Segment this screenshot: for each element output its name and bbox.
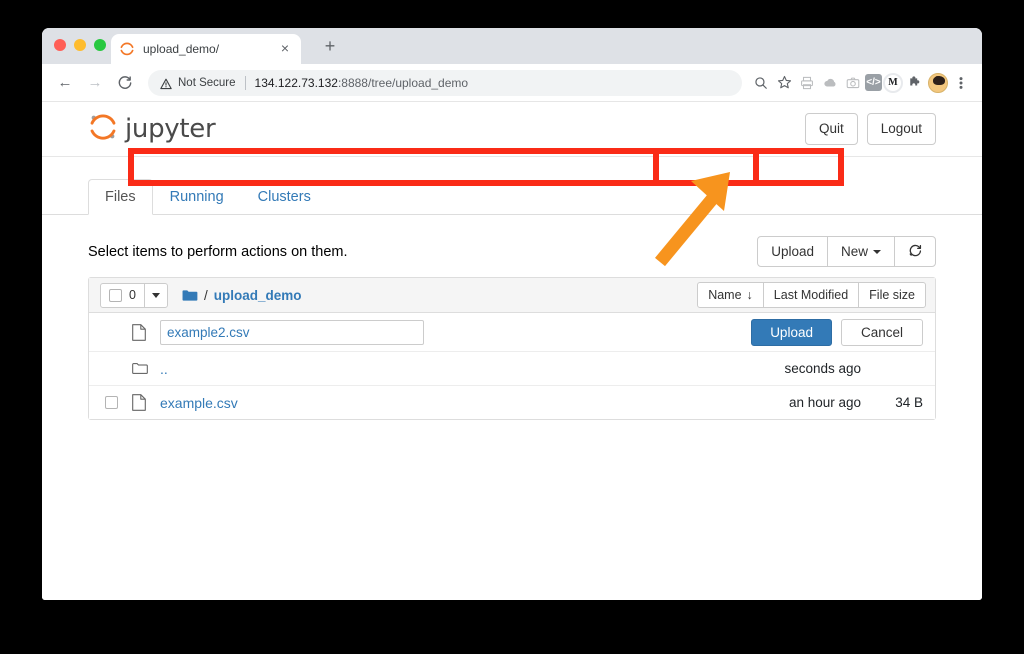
browser-tab-title: upload_demo/	[143, 42, 277, 56]
browser-tab[interactable]: upload_demo/ ×	[111, 34, 301, 64]
upload-button-toolbar[interactable]: Upload	[757, 236, 828, 268]
upload-filename-input[interactable]	[160, 320, 424, 345]
jupyter-header: jupyter Quit Logout	[42, 102, 982, 157]
refresh-button[interactable]	[894, 236, 936, 268]
selected-count: 0	[129, 288, 136, 302]
code-brackets-icon[interactable]: </>	[865, 74, 882, 91]
new-dropdown-button[interactable]: New	[827, 236, 895, 268]
row-last-modified: an hour ago	[721, 395, 861, 410]
select-menu-dropdown[interactable]	[144, 283, 168, 308]
jupyter-logo-icon	[88, 111, 118, 148]
markdown-m-icon[interactable]: M	[883, 73, 903, 93]
extensions-puzzle-icon[interactable]	[904, 72, 926, 94]
table-row[interactable]: .. seconds ago	[89, 351, 935, 385]
breadcrumb-separator: /	[204, 288, 208, 303]
url-text: 134.122.73.132:8888/tree/upload_demo	[255, 76, 469, 90]
browser-toolbar-icons: </> M	[750, 72, 972, 94]
new-tab-button[interactable]: +	[319, 36, 341, 58]
print-icon[interactable]	[796, 72, 818, 94]
omnibox-divider	[245, 76, 246, 90]
sort-by-name-button[interactable]: Name ↓	[697, 282, 764, 308]
forward-button[interactable]: →	[82, 70, 108, 96]
address-bar[interactable]: Not Secure 134.122.73.132:8888/tree/uplo…	[148, 70, 742, 96]
profile-avatar[interactable]	[927, 72, 949, 94]
new-dropdown-label: New	[841, 244, 868, 259]
tab-files[interactable]: Files	[88, 179, 153, 215]
browser-tabstrip: upload_demo/ × +	[42, 28, 982, 64]
minimize-window-button[interactable]	[74, 39, 86, 51]
folder-icon[interactable]	[182, 289, 198, 302]
parent-directory-link[interactable]: ..	[160, 361, 168, 377]
close-window-button[interactable]	[54, 39, 66, 51]
not-secure-label: Not Secure	[178, 77, 236, 89]
confirm-upload-button[interactable]: Upload	[751, 319, 832, 346]
select-all-control[interactable]: 0	[100, 283, 145, 308]
breadcrumb-current-folder[interactable]: upload_demo	[214, 288, 302, 303]
jupyter-logo-text: jupyter	[125, 114, 215, 144]
row-last-modified: seconds ago	[721, 361, 861, 376]
jupyter-favicon-icon	[119, 41, 135, 57]
sort-descending-arrow-icon: ↓	[747, 288, 753, 302]
logout-button[interactable]: Logout	[867, 113, 936, 145]
breadcrumb: / upload_demo	[182, 288, 302, 303]
sort-header-group: Name ↓ Last Modified File size	[697, 282, 926, 308]
browser-toolbar: ← → Not Secure 134.122.73.132:8888/tree/…	[42, 64, 982, 102]
chrome-menu-kebab-icon[interactable]	[950, 72, 972, 94]
back-button[interactable]: ←	[52, 70, 78, 96]
pending-upload-row: Upload Cancel	[89, 313, 935, 351]
jupyter-action-bar: Select items to perform actions on them.…	[42, 215, 982, 271]
select-all-checkbox[interactable]	[109, 289, 122, 302]
chevron-down-icon	[873, 250, 881, 254]
maximize-window-button[interactable]	[94, 39, 106, 51]
jupyter-page: jupyter Quit Logout Files Running Cluste…	[42, 102, 982, 600]
select-all-group: 0	[100, 283, 168, 308]
quit-button[interactable]: Quit	[805, 113, 858, 145]
row-file-size: 34 B	[861, 395, 923, 410]
file-list: 0 / upload_demo	[88, 277, 936, 420]
file-link-example-csv[interactable]: example.csv	[160, 395, 238, 411]
jupyter-tabs: Files Running Clusters	[42, 157, 982, 215]
bookmark-star-icon[interactable]	[773, 72, 795, 94]
close-tab-icon[interactable]: ×	[277, 41, 293, 57]
jupyter-logo[interactable]: jupyter	[88, 111, 215, 148]
zoom-icon[interactable]	[750, 72, 772, 94]
sort-by-last-modified-button[interactable]: Last Modified	[763, 282, 859, 308]
chevron-down-icon	[152, 293, 160, 298]
cancel-upload-button[interactable]: Cancel	[841, 319, 923, 346]
sort-by-file-size-button[interactable]: File size	[858, 282, 926, 308]
file-icon	[132, 394, 149, 411]
action-button-group: Upload New	[757, 236, 936, 268]
row-checkbox[interactable]	[105, 396, 118, 409]
cloud-icon[interactable]	[819, 72, 841, 94]
tab-clusters[interactable]: Clusters	[241, 179, 328, 215]
url-path: :8888/tree/upload_demo	[338, 76, 468, 90]
not-secure-warning-icon	[160, 77, 172, 89]
sort-name-label: Name	[708, 288, 741, 302]
reload-button[interactable]	[112, 70, 138, 96]
table-row[interactable]: example.csv an hour ago 34 B	[89, 385, 935, 419]
url-host: 134.122.73.132	[255, 76, 338, 90]
file-list-header: 0 / upload_demo	[89, 278, 935, 313]
screenshot-camera-icon[interactable]	[842, 72, 864, 94]
selection-hint: Select items to perform actions on them.	[88, 244, 348, 260]
window-traffic-lights	[54, 39, 106, 51]
folder-outline-icon	[132, 362, 149, 375]
tab-running[interactable]: Running	[153, 179, 241, 215]
file-icon	[132, 324, 149, 341]
browser-window: upload_demo/ × + ← → Not Secure 13	[42, 28, 982, 600]
